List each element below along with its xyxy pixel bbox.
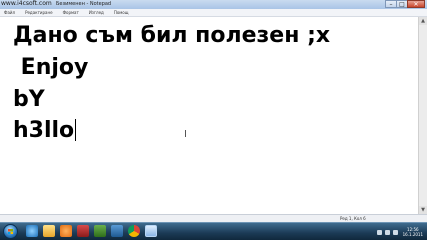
app-icon[interactable] (94, 225, 106, 237)
tray-network-icon[interactable] (384, 229, 390, 235)
tray-volume-icon[interactable] (392, 229, 398, 235)
editor-line: Enjoy (13, 55, 89, 80)
screen: www.i4csoft.com Безименен - Notepad – □ … (0, 0, 427, 240)
app-icon[interactable] (111, 225, 123, 237)
folder-icon[interactable] (43, 225, 55, 237)
window-controls: – □ ✕ (385, 0, 425, 9)
app-icon[interactable] (77, 225, 89, 237)
text-editor[interactable]: Дано съм бил полезен ;x Enjoy bY h3llo (0, 17, 418, 214)
internet-explorer-icon[interactable] (26, 225, 38, 237)
text-caret (75, 119, 77, 141)
editor-line: Дано съм бил полезен ;x (13, 23, 331, 48)
system-tray: 12:56 16.1.2011 (376, 225, 423, 239)
menu-format[interactable]: Формат (63, 10, 79, 16)
editor-line-with-caret: h3llo (13, 118, 77, 144)
title-bar[interactable]: www.i4csoft.com Безименен - Notepad – □ … (0, 0, 427, 9)
menu-view[interactable]: Изглед (89, 10, 104, 16)
editor-line: bY (13, 87, 45, 112)
menu-bar: Файл Редактиране Формат Изглед Помощ (0, 9, 427, 17)
clock[interactable]: 12:56 16.1.2011 (403, 227, 423, 237)
editor-line-text: h3llo (13, 118, 75, 143)
menu-edit[interactable]: Редактиране (25, 10, 53, 16)
clock-date: 16.1.2011 (402, 232, 423, 237)
taskbar: 12:56 16.1.2011 (0, 222, 427, 240)
window-title: Безименен - Notepad (56, 1, 112, 7)
status-bar: Ред 1, Кол 6 (0, 214, 427, 222)
menu-file[interactable]: Файл (4, 10, 15, 16)
notepad-icon[interactable] (145, 225, 157, 237)
scroll-down-arrow-icon[interactable]: ▼ (419, 206, 427, 214)
close-button[interactable]: ✕ (407, 0, 425, 8)
watermark-text: www.i4csoft.com (1, 0, 52, 7)
menu-help[interactable]: Помощ (114, 10, 129, 16)
start-button[interactable] (3, 224, 18, 239)
scroll-up-arrow-icon[interactable]: ▲ (419, 17, 427, 25)
vertical-scrollbar[interactable]: ▲ ▼ (418, 17, 427, 214)
media-player-icon[interactable] (60, 225, 72, 237)
ibeam-cursor-icon (184, 130, 188, 137)
tray-flag-icon[interactable] (376, 229, 382, 235)
chrome-icon[interactable] (128, 225, 140, 237)
